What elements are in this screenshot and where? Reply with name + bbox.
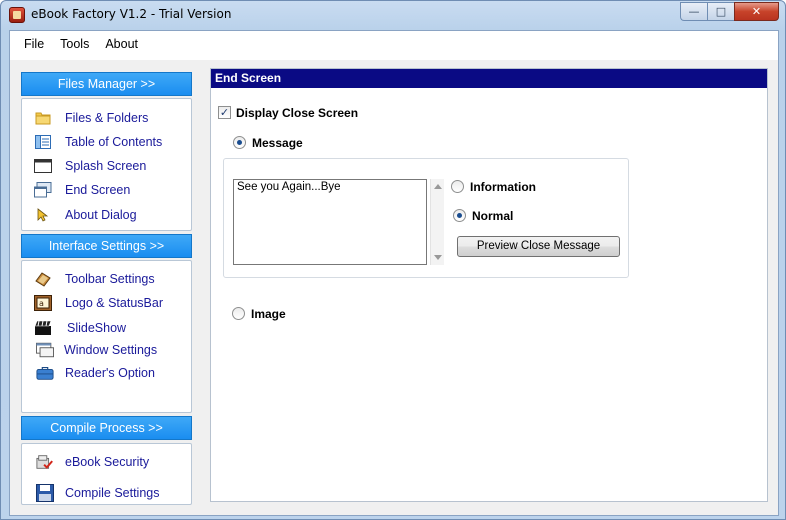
files-manager-header[interactable]: Files Manager >> xyxy=(21,72,192,96)
nav-label: About Dialog xyxy=(65,208,137,222)
briefcase-icon xyxy=(36,365,54,381)
nav-label: Window Settings xyxy=(64,343,158,357)
nav-label: Files & Folders xyxy=(65,111,149,125)
nav-compile-settings[interactable]: Compile Settings xyxy=(22,482,191,504)
information-radio[interactable] xyxy=(451,180,464,193)
panel-title: End Screen xyxy=(211,69,767,88)
message-label: Message xyxy=(252,136,303,150)
client-area: File Tools About Files Manager >> Files … xyxy=(9,30,779,516)
folder-icon xyxy=(34,110,52,126)
menu-file[interactable]: File xyxy=(16,37,52,51)
message-scrollbar[interactable] xyxy=(430,179,444,265)
files-manager-panel: Files & Folders Table of Contents Splash… xyxy=(21,98,192,231)
body-area: Files Manager >> Files & Folders Table o… xyxy=(10,60,778,515)
nav-label: Splash Screen xyxy=(65,159,147,173)
nav-about-dialog[interactable]: About Dialog xyxy=(22,204,191,226)
toc-icon xyxy=(34,134,52,150)
nav-label: Table of Contents xyxy=(65,135,163,149)
message-textarea[interactable]: See you Again...Bye xyxy=(233,179,427,265)
image-label: Image xyxy=(251,307,286,321)
clapperboard-icon xyxy=(34,320,52,336)
nav-files-folders[interactable]: Files & Folders xyxy=(22,107,191,129)
security-icon xyxy=(36,454,54,470)
message-radio[interactable] xyxy=(233,136,246,149)
end-screen-icon xyxy=(34,182,52,198)
nav-label: SlideShow xyxy=(67,321,127,335)
nav-splash-screen[interactable]: Splash Screen xyxy=(22,155,191,177)
interface-settings-panel: Toolbar Settings a Logo & StatusBar Slid… xyxy=(21,260,192,413)
end-screen-panel: End Screen ✓ Display Close Screen Messag… xyxy=(210,68,768,502)
app-book-icon[interactable] xyxy=(9,7,25,23)
window-title: eBook Factory V1.2 - Trial Version xyxy=(31,7,232,21)
caption-buttons: — □ ✕ xyxy=(680,2,779,21)
nav-label: Compile Settings xyxy=(65,486,160,500)
scroll-down-icon[interactable] xyxy=(434,255,442,260)
nav-logo-statusbar[interactable]: a Logo & StatusBar xyxy=(22,292,191,314)
nav-window-settings[interactable]: Window Settings xyxy=(22,339,191,361)
window-icon xyxy=(36,342,54,358)
display-close-checkbox[interactable]: ✓ xyxy=(218,106,231,119)
splash-screen-icon xyxy=(34,158,52,174)
floppy-disk-icon xyxy=(36,484,54,502)
menu-bar: File Tools About xyxy=(10,31,778,57)
menu-tools[interactable]: Tools xyxy=(52,37,97,51)
nav-slideshow[interactable]: SlideShow xyxy=(22,317,191,339)
interface-settings-header[interactable]: Interface Settings >> xyxy=(21,234,192,258)
compile-process-panel: eBook Security Compile Settings xyxy=(21,443,192,505)
nav-readers-option[interactable]: Reader's Option xyxy=(22,362,191,384)
nav-toolbar-settings[interactable]: Toolbar Settings xyxy=(22,268,191,290)
information-label: Information xyxy=(470,180,536,194)
image-radio[interactable] xyxy=(232,307,245,320)
minimize-button[interactable]: — xyxy=(680,2,707,21)
nav-label: End Screen xyxy=(65,183,131,197)
close-button[interactable]: ✕ xyxy=(734,2,779,21)
preview-close-message-button[interactable]: Preview Close Message xyxy=(457,236,620,257)
nav-ebook-security[interactable]: eBook Security xyxy=(22,451,191,473)
display-close-label: Display Close Screen xyxy=(236,106,359,120)
toolbar-icon xyxy=(34,271,52,287)
app-window: eBook Factory V1.2 - Trial Version — □ ✕… xyxy=(0,0,786,520)
nav-label: eBook Security xyxy=(65,455,150,469)
pointer-icon xyxy=(34,207,52,223)
compile-process-header[interactable]: Compile Process >> xyxy=(21,416,192,440)
title-bar[interactable]: eBook Factory V1.2 - Trial Version — □ ✕ xyxy=(1,1,785,29)
menu-about[interactable]: About xyxy=(97,37,146,51)
nav-label: Reader's Option xyxy=(65,366,155,380)
maximize-button[interactable]: □ xyxy=(707,2,734,21)
nav-end-screen[interactable]: End Screen xyxy=(22,179,191,201)
nav-label: Logo & StatusBar xyxy=(65,296,163,310)
nav-table-of-contents[interactable]: Table of Contents xyxy=(22,131,191,153)
scroll-up-icon[interactable] xyxy=(434,184,442,189)
nav-label: Toolbar Settings xyxy=(65,272,155,286)
normal-label: Normal xyxy=(472,209,514,223)
normal-radio[interactable] xyxy=(453,209,466,222)
logo-icon: a xyxy=(34,295,52,311)
svg-text:a: a xyxy=(39,299,44,308)
